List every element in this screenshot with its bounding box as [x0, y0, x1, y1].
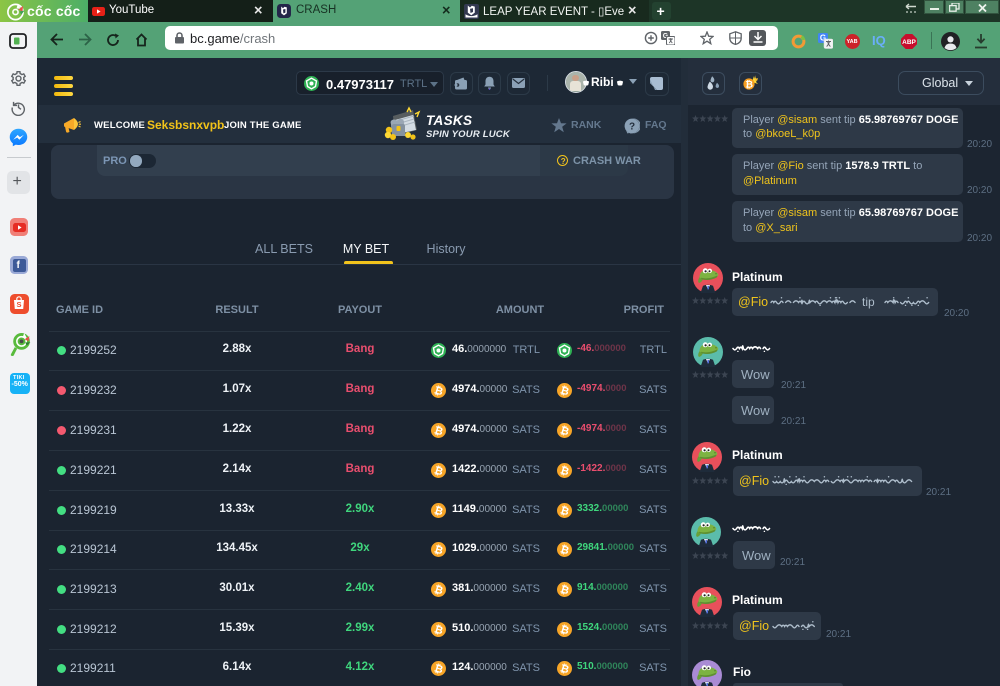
svg-text:₿: ₿ [745, 80, 753, 90]
svg-text:ABP: ABP [902, 39, 916, 46]
svg-text:S: S [16, 300, 21, 309]
svg-text:?: ? [629, 122, 635, 133]
